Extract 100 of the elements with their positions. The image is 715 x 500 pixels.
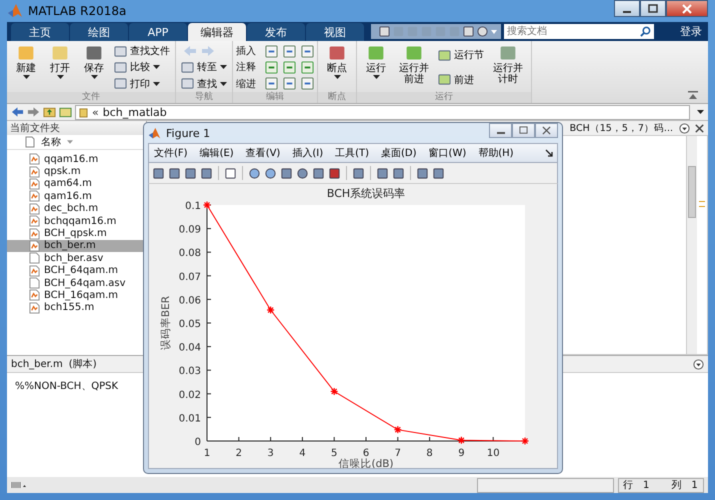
file-item[interactable]: dec_bch.m [7, 202, 146, 215]
file-item[interactable]: qam16.m [7, 190, 146, 203]
file-item[interactable]: bch155.m [7, 302, 146, 314]
ribbon-button[interactable]: 前进 [436, 72, 486, 88]
collapse-ribbon-icon[interactable] [688, 91, 698, 99]
ribbon-tab[interactable]: 视图 [306, 23, 364, 41]
path-field[interactable]: « bch_matlab [75, 104, 690, 120]
search-field[interactable]: 搜索文档 [504, 24, 654, 39]
file-item[interactable]: BCH_64qam.m [7, 264, 146, 277]
ribbon-label: 插入 [236, 44, 257, 58]
ribbon-button[interactable]: 转至 [179, 60, 229, 75]
script-file-icon [29, 153, 40, 166]
tool-icon[interactable] [301, 60, 314, 74]
tool-icon[interactable] [283, 77, 296, 90]
x-tick-label: 9 [458, 448, 465, 459]
file-item[interactable]: BCH_64qam.asv [7, 276, 146, 290]
menu-item[interactable]: 文件(F) [149, 146, 195, 160]
file-item[interactable]: qqam16.m [7, 153, 146, 166]
ribbon-tab[interactable]: 发布 [247, 23, 305, 41]
y-tick-label: 0.09 [178, 224, 201, 236]
menu-item[interactable]: 编辑(E) [194, 146, 241, 160]
browse-folder-icon[interactable] [59, 106, 72, 118]
ribbon-button[interactable]: 运行并前进 [394, 43, 434, 92]
ribbon-label: 缩进 [236, 78, 257, 91]
close-icon [542, 126, 551, 135]
tool-icon[interactable] [283, 60, 296, 74]
minimize-button[interactable] [489, 123, 512, 138]
file-item[interactable]: qpsk.m [7, 165, 146, 178]
file-item[interactable]: bch_ber.asv [7, 252, 146, 265]
close-icon[interactable] [694, 122, 705, 134]
menu-item[interactable]: 帮助(H) [473, 146, 521, 160]
x-tick-label: 1 [204, 448, 210, 459]
y-tick-label: 0.02 [178, 390, 201, 401]
dock-arrow-icon[interactable] [545, 149, 553, 157]
row-label: 行 [623, 479, 633, 492]
ribbon-button[interactable]: 查找 [179, 76, 229, 92]
file-item[interactable]: BCH_16qam.m [7, 289, 146, 302]
script-file-icon [29, 202, 40, 215]
menu-item[interactable]: 插入(I) [287, 146, 330, 160]
ribbon-button[interactable]: 打开 [44, 43, 76, 92]
file-item[interactable]: BCH_qpsk.m [7, 227, 146, 240]
editor-tab[interactable]: BCH（15，5，7）码... [570, 122, 673, 134]
menu-item[interactable]: 查看(V) [240, 146, 288, 160]
tool-icon[interactable] [301, 44, 314, 58]
file-item[interactable]: bch_ber.m [7, 240, 146, 252]
y-tick-label: 0.03 [178, 366, 201, 378]
script-file-icon [29, 302, 40, 314]
minimize-button[interactable] [614, 0, 640, 17]
window-title: MATLAB R2018a [28, 4, 126, 18]
ribbon-tab[interactable]: 编辑器 [188, 23, 246, 41]
ribbon-button[interactable]: 运行节 [436, 48, 486, 63]
tool-icon[interactable] [265, 44, 278, 58]
ribbon-tab[interactable]: APP [129, 23, 187, 41]
ribbon-label: 注释 [236, 60, 257, 74]
caret-icon[interactable] [697, 110, 704, 114]
menu-item[interactable]: 桌面(D) [376, 146, 424, 160]
ribbon-button[interactable]: 查找文件 [112, 44, 172, 59]
x-tick-label: 10 [486, 448, 500, 459]
close-button[interactable] [666, 0, 708, 17]
close-button[interactable] [535, 123, 558, 138]
grip-icon[interactable] [11, 481, 27, 489]
tool-icon[interactable] [265, 60, 278, 74]
ribbon-button[interactable]: 保存 [78, 43, 110, 92]
x-tick-label: 7 [394, 448, 401, 459]
figure-title: Figure 1 [166, 126, 210, 140]
sign-in-link[interactable]: 登录 [674, 22, 708, 41]
file-item[interactable]: qam64.m [7, 178, 146, 190]
ribbon-tab[interactable]: 主页 [11, 23, 69, 41]
group-title: 断点 [318, 92, 356, 103]
ribbon-button[interactable]: 比较 [112, 60, 172, 75]
file-item[interactable]: bchqqam16.m [7, 214, 146, 228]
ribbon-button[interactable]: 运行 [360, 43, 392, 92]
tool-icon[interactable] [265, 77, 278, 90]
back-arrow-icon[interactable] [11, 106, 24, 118]
maximize-button[interactable] [512, 123, 535, 138]
x-tick-label: 2 [236, 448, 242, 459]
x-tick-label: 6 [362, 448, 370, 459]
ribbon-button[interactable]: 断点 [321, 43, 353, 92]
group-title: 编辑 [233, 92, 317, 103]
tool-icon[interactable] [283, 44, 296, 58]
up-folder-icon[interactable] [43, 106, 56, 118]
group-title: 导航 [176, 92, 232, 103]
menu-item[interactable]: 窗口(W) [424, 146, 474, 160]
ribbon-button[interactable]: 运行并计时 [488, 43, 528, 92]
details-title: bch_ber.m [11, 358, 63, 370]
tool-icon[interactable] [301, 77, 314, 90]
ribbon-tab[interactable]: 绘图 [70, 23, 128, 41]
file-icon [29, 277, 40, 290]
ribbon-button[interactable]: 新建 [10, 43, 42, 92]
dropdown-circle-icon[interactable] [679, 122, 690, 134]
maximize-button[interactable] [640, 0, 666, 17]
forward-arrow-icon[interactable] [27, 106, 40, 118]
scrollbar[interactable] [686, 136, 697, 354]
y-tick-label: 0.1 [185, 201, 201, 212]
x-tick-label: 4 [299, 448, 306, 459]
menu-item[interactable]: 工具(T) [330, 146, 376, 160]
star-marker [266, 306, 275, 314]
star-marker [330, 387, 338, 396]
ribbon-button[interactable]: 打印 [112, 76, 172, 92]
dropdown-circle-icon[interactable] [693, 358, 704, 370]
